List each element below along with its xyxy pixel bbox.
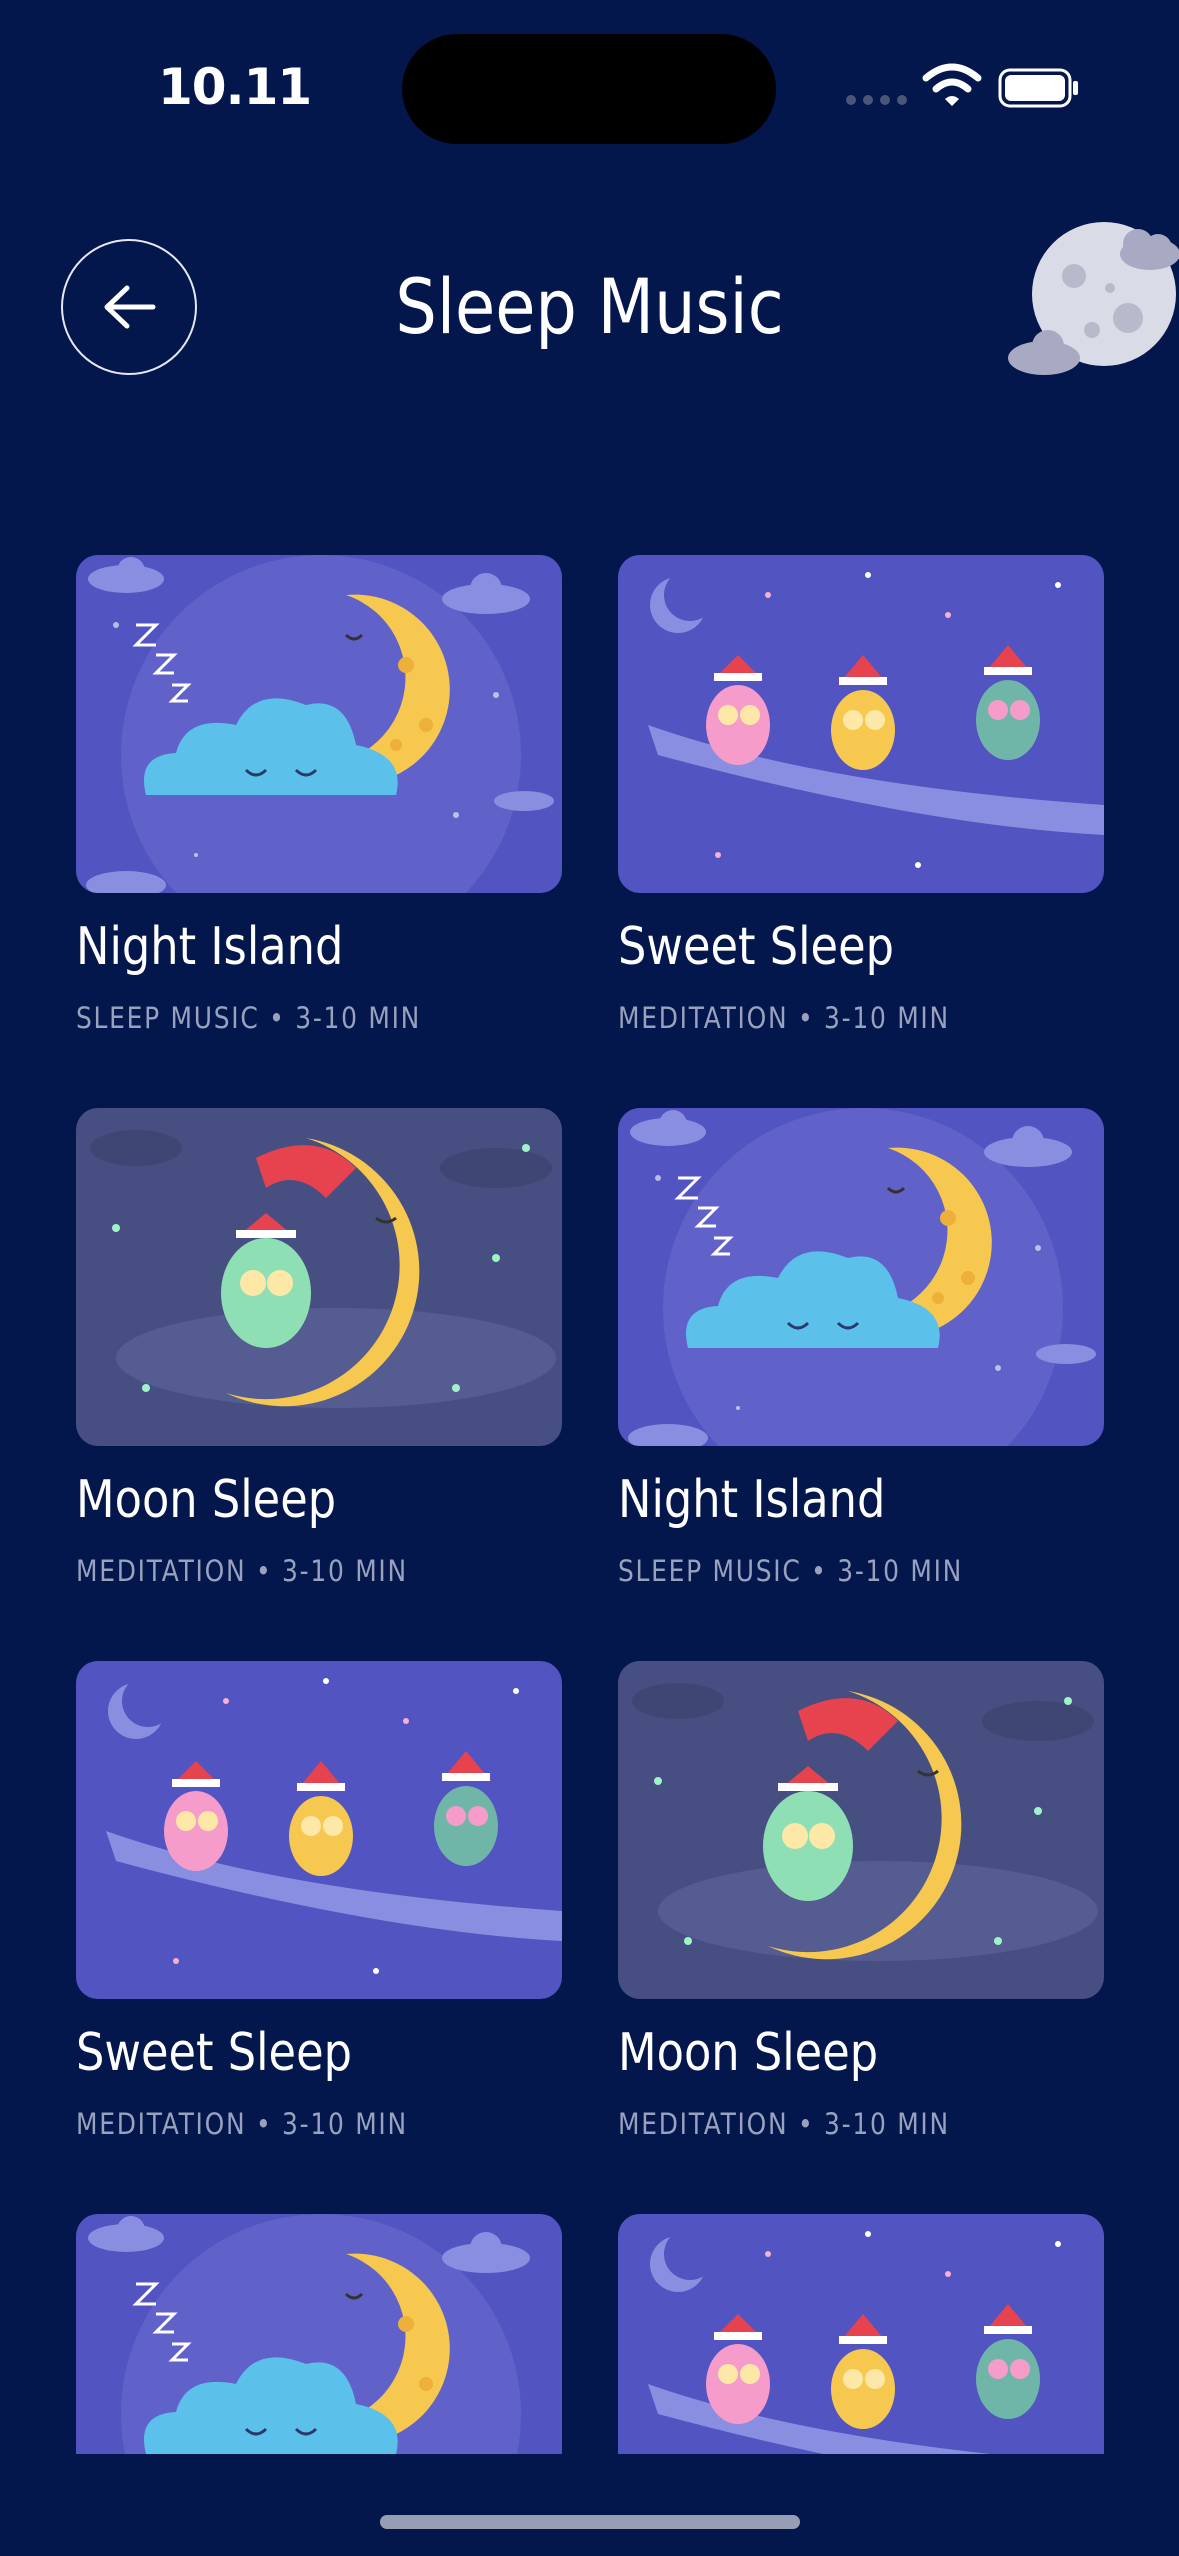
night-island-artwork: [618, 1108, 1104, 1446]
card-moon-sleep[interactable]: Moon Sleep MEDITATION • 3-10 MIN: [76, 1108, 562, 1588]
card-moon-sleep[interactable]: Moon Sleep MEDITATION • 3-10 MIN: [618, 1661, 1104, 2141]
card-night-island[interactable]: Night Island SLEEP MUSIC • 3-10 MIN: [618, 1108, 1104, 1588]
card-subtitle: SLEEP MUSIC • 3-10 MIN: [618, 1554, 964, 1588]
card-title: Sweet Sleep: [76, 2023, 352, 2083]
wifi-icon: [922, 63, 982, 106]
card-sweet-sleep[interactable]: Sweet Sleep MEDITATION • 3-10 MIN: [618, 555, 1104, 1035]
moon-sleep-artwork: [76, 1108, 562, 1446]
card-subtitle: MEDITATION • 3-10 MIN: [76, 2107, 408, 2141]
moon-cloud-icon: [1008, 222, 1179, 375]
dynamic-island: [402, 34, 776, 144]
sweet-sleep-artwork: [76, 1661, 562, 1999]
page-title: Sleep Music: [395, 262, 784, 351]
night-island-artwork: [76, 2214, 562, 2454]
status-time: 10.11: [158, 58, 312, 116]
status-bar: 10.11: [0, 0, 1179, 160]
card-sweet-sleep[interactable]: [618, 2214, 1104, 2454]
card-subtitle: MEDITATION • 3-10 MIN: [618, 2107, 950, 2141]
card-subtitle: SLEEP MUSIC • 3-10 MIN: [76, 1001, 422, 1035]
cellular-signal-icon: [846, 95, 907, 105]
sweet-sleep-artwork: [618, 555, 1104, 893]
card-subtitle: MEDITATION • 3-10 MIN: [76, 1554, 408, 1588]
card-night-island[interactable]: Night Island SLEEP MUSIC • 3-10 MIN: [76, 555, 562, 1035]
home-indicator[interactable]: [380, 2515, 800, 2529]
night-island-artwork: [76, 555, 562, 893]
card-title: Night Island: [618, 1470, 886, 1530]
card-title: Moon Sleep: [618, 2023, 879, 2083]
card-title: Night Island: [76, 917, 344, 977]
card-sweet-sleep[interactable]: Sweet Sleep MEDITATION • 3-10 MIN: [76, 1661, 562, 2141]
moon-sleep-artwork: [618, 1661, 1104, 1999]
card-title: Sweet Sleep: [618, 917, 894, 977]
card-subtitle: MEDITATION • 3-10 MIN: [618, 1001, 950, 1035]
card-night-island[interactable]: [76, 2214, 562, 2454]
battery-icon: [998, 68, 1078, 108]
card-title: Moon Sleep: [76, 1470, 337, 1530]
sweet-sleep-artwork: [618, 2214, 1104, 2454]
